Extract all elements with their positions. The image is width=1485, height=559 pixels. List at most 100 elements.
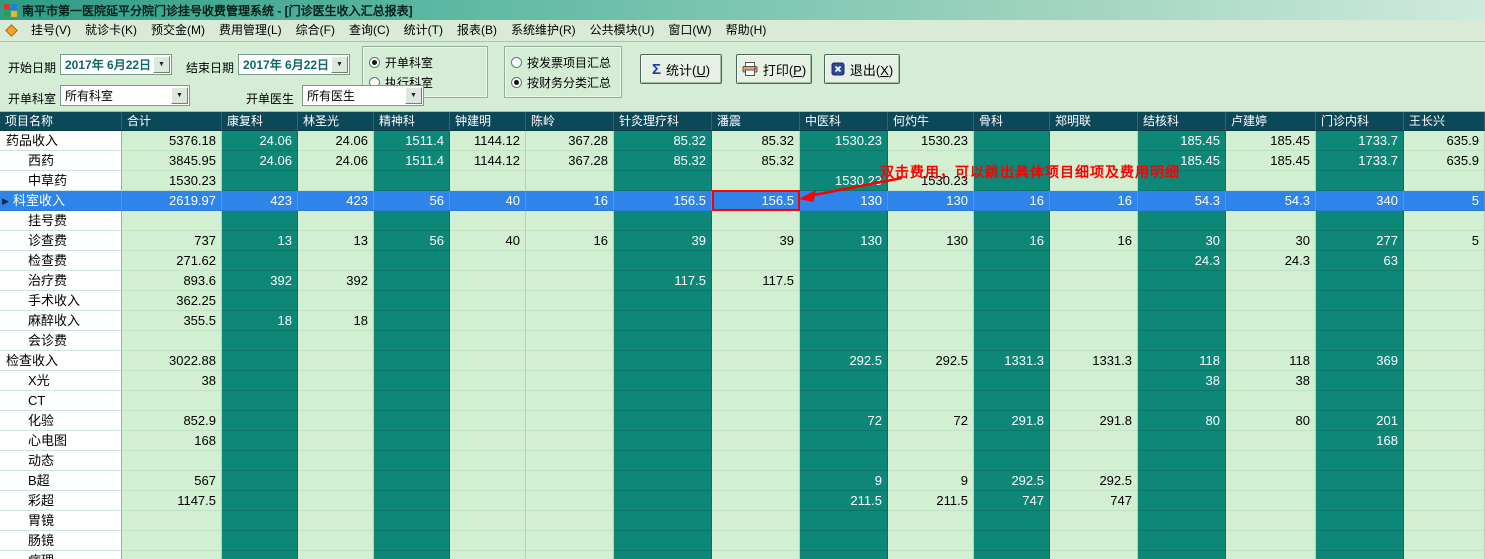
grid-cell[interactable] — [374, 271, 450, 291]
grid-cell[interactable] — [374, 511, 450, 531]
grid-cell[interactable] — [888, 271, 974, 291]
chevron-down-icon[interactable]: ▼ — [171, 87, 188, 104]
grid-cell[interactable]: 292.5 — [1050, 471, 1138, 491]
grid-cell[interactable] — [526, 211, 614, 231]
grid-cell[interactable]: 130 — [888, 231, 974, 251]
grid-cell[interactable] — [298, 471, 374, 491]
grid-cell[interactable] — [1404, 251, 1485, 271]
grid-cell[interactable] — [888, 371, 974, 391]
menu-item[interactable]: 预交金(M) — [144, 20, 212, 42]
grid-cell[interactable] — [974, 211, 1050, 231]
grid-cell[interactable]: 211.5 — [888, 491, 974, 511]
grid-row[interactable]: 肠镜 — [0, 531, 1485, 551]
row-label[interactable]: 化验 — [0, 411, 122, 431]
grid-cell[interactable] — [712, 331, 800, 351]
grid-cell[interactable] — [1404, 551, 1485, 559]
row-label[interactable]: 诊查费 — [0, 231, 122, 251]
grid-cell[interactable] — [1404, 451, 1485, 471]
grid-cell[interactable] — [298, 331, 374, 351]
column-header[interactable]: 潘震 — [712, 112, 800, 131]
grid-cell[interactable] — [888, 311, 974, 331]
grid-cell[interactable] — [800, 251, 888, 271]
grid-cell[interactable] — [1226, 391, 1316, 411]
grid-cell[interactable] — [526, 331, 614, 351]
grid-cell[interactable] — [800, 331, 888, 351]
grid-cell[interactable] — [526, 291, 614, 311]
grid-cell[interactable] — [1226, 551, 1316, 559]
grid-row[interactable]: 检查收入 3022.88 292.5 292.5 1331.3 1331.3 118 118 3… — [0, 351, 1485, 371]
grid-cell[interactable] — [1050, 311, 1138, 331]
grid-cell[interactable]: 16 — [1050, 231, 1138, 251]
grid-cell[interactable] — [1050, 251, 1138, 271]
grid-row[interactable]: 诊查费 737 13 13 56 40 16 39 39 130 130 16 16 30 30 277 5 — [0, 231, 1485, 251]
grid-cell[interactable] — [888, 511, 974, 531]
grid-cell[interactable] — [450, 251, 526, 271]
grid-cell[interactable]: 185.45 — [1226, 131, 1316, 151]
grid-cell[interactable] — [450, 351, 526, 371]
grid-cell[interactable] — [1404, 491, 1485, 511]
grid-cell[interactable] — [974, 451, 1050, 471]
grid-cell[interactable] — [1404, 471, 1485, 491]
grid-cell[interactable]: 5 — [1404, 231, 1485, 251]
grid-cell[interactable] — [222, 551, 298, 559]
grid-cell[interactable] — [450, 291, 526, 311]
grid-cell[interactable]: 1331.3 — [1050, 351, 1138, 371]
grid-cell[interactable] — [298, 171, 374, 191]
column-header[interactable]: 合计 — [122, 112, 222, 131]
grid-cell[interactable] — [222, 391, 298, 411]
menu-item[interactable]: 系统维护(R) — [504, 20, 583, 42]
menu-item[interactable]: 查询(C) — [342, 20, 397, 42]
grid-row[interactable]: 治疗费 893.6 392 392 117.5 117.5 — [0, 271, 1485, 291]
grid-cell[interactable] — [222, 211, 298, 231]
grid-cell[interactable] — [614, 391, 712, 411]
row-label[interactable]: X光 — [0, 371, 122, 391]
grid-cell[interactable] — [712, 211, 800, 231]
grid-cell[interactable] — [1316, 171, 1404, 191]
grid-cell[interactable] — [526, 531, 614, 551]
row-label[interactable]: ▶ 科室收入 — [0, 191, 122, 211]
grid-cell[interactable] — [450, 391, 526, 411]
grid-cell[interactable]: 85.32 — [614, 151, 712, 171]
grid-cell[interactable]: 367.28 — [526, 151, 614, 171]
grid-cell[interactable]: 39 — [614, 231, 712, 251]
radio-by-invoice[interactable]: 按发票项目汇总 — [511, 52, 615, 72]
grid-cell[interactable]: 291.8 — [1050, 411, 1138, 431]
grid-cell[interactable] — [374, 391, 450, 411]
grid-cell[interactable] — [888, 291, 974, 311]
grid-cell[interactable] — [1050, 551, 1138, 559]
grid-cell[interactable] — [1226, 531, 1316, 551]
grid-cell[interactable]: 737 — [122, 231, 222, 251]
grid-row[interactable]: 麻醉收入 355.5 18 18 — [0, 311, 1485, 331]
row-label[interactable]: 西药 — [0, 151, 122, 171]
column-header[interactable]: 结核科 — [1138, 112, 1226, 131]
row-label[interactable]: B超 — [0, 471, 122, 491]
grid-row[interactable]: B超 567 9 9 292.5 292.5 — [0, 471, 1485, 491]
grid-cell[interactable]: 38 — [122, 371, 222, 391]
grid-cell[interactable] — [1404, 391, 1485, 411]
grid-cell[interactable] — [122, 211, 222, 231]
grid-cell[interactable] — [1050, 451, 1138, 471]
grid-cell[interactable] — [1138, 171, 1226, 191]
grid-cell[interactable]: 277 — [1316, 231, 1404, 251]
grid-cell[interactable] — [974, 551, 1050, 559]
grid-cell[interactable]: 271.62 — [122, 251, 222, 271]
grid-cell[interactable] — [1316, 551, 1404, 559]
grid-cell[interactable]: 1530.23 — [800, 171, 888, 191]
grid-cell[interactable]: 38 — [1226, 371, 1316, 391]
grid-cell[interactable]: 567 — [122, 471, 222, 491]
grid-row[interactable]: 会诊费 — [0, 331, 1485, 351]
grid-cell[interactable]: 40 — [450, 191, 526, 211]
grid-cell[interactable]: 340 — [1316, 191, 1404, 211]
grid-cell[interactable] — [374, 291, 450, 311]
grid-cell[interactable] — [374, 351, 450, 371]
grid-cell[interactable] — [374, 331, 450, 351]
grid-cell[interactable] — [712, 391, 800, 411]
grid-cell[interactable] — [450, 431, 526, 451]
chevron-down-icon[interactable]: ▼ — [331, 56, 348, 73]
grid-cell[interactable] — [974, 531, 1050, 551]
grid-cell[interactable] — [298, 531, 374, 551]
grid-cell[interactable] — [614, 351, 712, 371]
row-label[interactable]: 麻醉收入 — [0, 311, 122, 331]
grid-cell[interactable] — [614, 291, 712, 311]
grid-cell[interactable] — [1404, 211, 1485, 231]
